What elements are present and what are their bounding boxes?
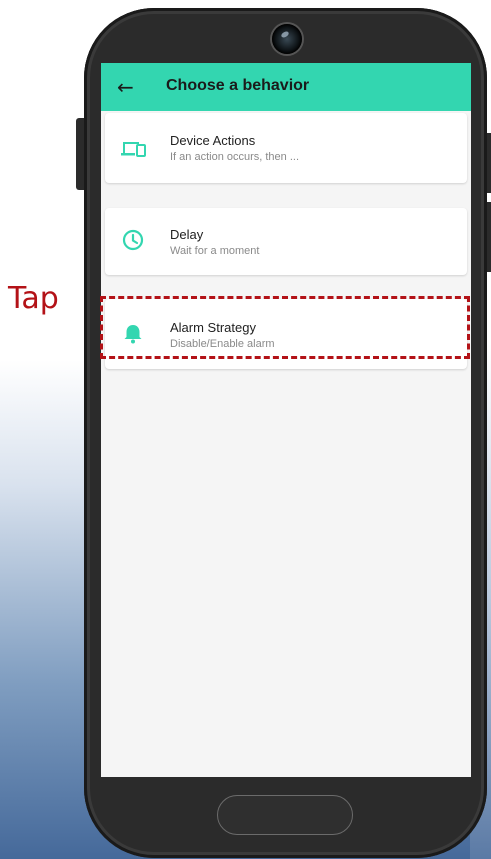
clock-icon <box>122 229 144 251</box>
behavior-card-device-actions[interactable]: Device Actions If an action occurs, then… <box>105 113 467 183</box>
home-button[interactable] <box>217 795 353 835</box>
phone-screen: ← Choose a behavior Device Actions If an… <box>101 63 471 777</box>
app-bar: ← Choose a behavior <box>101 63 471 111</box>
devices-icon <box>121 142 146 157</box>
card-title: Delay <box>170 227 204 242</box>
card-title: Device Actions <box>170 133 256 148</box>
behavior-card-delay[interactable]: Delay Wait for a moment <box>105 208 467 275</box>
tap-annotation-label: Tap <box>8 281 59 316</box>
card-subtitle: If an action occurs, then ... <box>170 151 300 163</box>
page-title: Choose a behavior <box>166 77 310 94</box>
tap-highlight-box <box>100 296 470 359</box>
card-subtitle: Wait for a moment <box>170 245 260 257</box>
arrow-left-icon[interactable]: ← <box>117 75 137 99</box>
front-camera-icon <box>272 24 302 54</box>
